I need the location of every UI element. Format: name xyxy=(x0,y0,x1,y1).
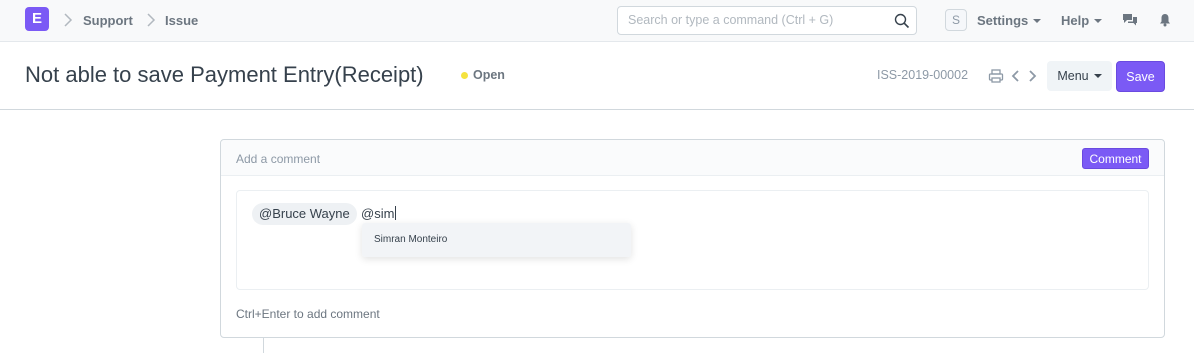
menu-label: Menu xyxy=(1057,69,1089,83)
save-button[interactable]: Save xyxy=(1116,61,1165,92)
navbar: E Support Issue S Settings Help xyxy=(0,0,1194,42)
breadcrumb-support[interactable]: Support xyxy=(83,13,133,28)
breadcrumb-issue[interactable]: Issue xyxy=(165,13,198,28)
status-badge: Open xyxy=(473,68,505,82)
page-head: Not able to save Payment Entry(Receipt) … xyxy=(0,42,1194,110)
status-indicator-dot xyxy=(461,72,468,79)
caret-down-icon xyxy=(1093,73,1102,78)
help-label: Help xyxy=(1061,13,1090,28)
suggestion-item[interactable]: Simran Monteiro xyxy=(362,223,631,257)
timeline-line xyxy=(263,337,264,353)
settings-dropdown[interactable]: Settings xyxy=(977,13,1042,28)
shortcut-hint: Ctrl+Enter to add comment xyxy=(236,307,380,321)
add-comment-label: Add a comment xyxy=(236,152,321,166)
comment-button[interactable]: Comment xyxy=(1082,148,1149,169)
mention-tag[interactable]: @Bruce Wayne xyxy=(252,203,357,225)
comments-icon[interactable] xyxy=(1122,12,1138,28)
document-name: ISS-2019-00002 xyxy=(877,68,969,82)
mention-suggestions: Simran Monteiro xyxy=(362,223,631,257)
menu-button[interactable]: Menu xyxy=(1047,61,1112,91)
notification-bell-icon[interactable] xyxy=(1157,12,1173,28)
comment-box: Add a comment Comment @Bruce Wayne @sim … xyxy=(220,139,1165,338)
typed-text-value: @sim xyxy=(361,206,395,221)
chevron-right-icon xyxy=(147,13,156,27)
typed-text: @sim xyxy=(361,206,397,221)
caret-down-icon xyxy=(1094,18,1103,23)
app-logo[interactable]: E xyxy=(25,7,49,31)
search-input[interactable] xyxy=(628,13,888,27)
caret-down-icon xyxy=(1033,18,1042,23)
text-cursor xyxy=(395,206,397,220)
print-icon[interactable] xyxy=(988,68,1004,84)
comment-editor[interactable]: @Bruce Wayne @sim Simran Monteiro xyxy=(236,190,1149,290)
previous-record-icon[interactable] xyxy=(1008,68,1024,84)
page-title: Not able to save Payment Entry(Receipt) xyxy=(25,62,424,87)
help-dropdown[interactable]: Help xyxy=(1061,13,1103,28)
settings-label: Settings xyxy=(977,13,1029,28)
search-icon[interactable] xyxy=(894,13,910,29)
chevron-right-icon xyxy=(64,13,73,27)
search-bar xyxy=(617,6,917,35)
comment-header: Add a comment Comment xyxy=(221,140,1164,176)
user-avatar[interactable]: S xyxy=(945,9,967,31)
next-record-icon[interactable] xyxy=(1024,68,1040,84)
